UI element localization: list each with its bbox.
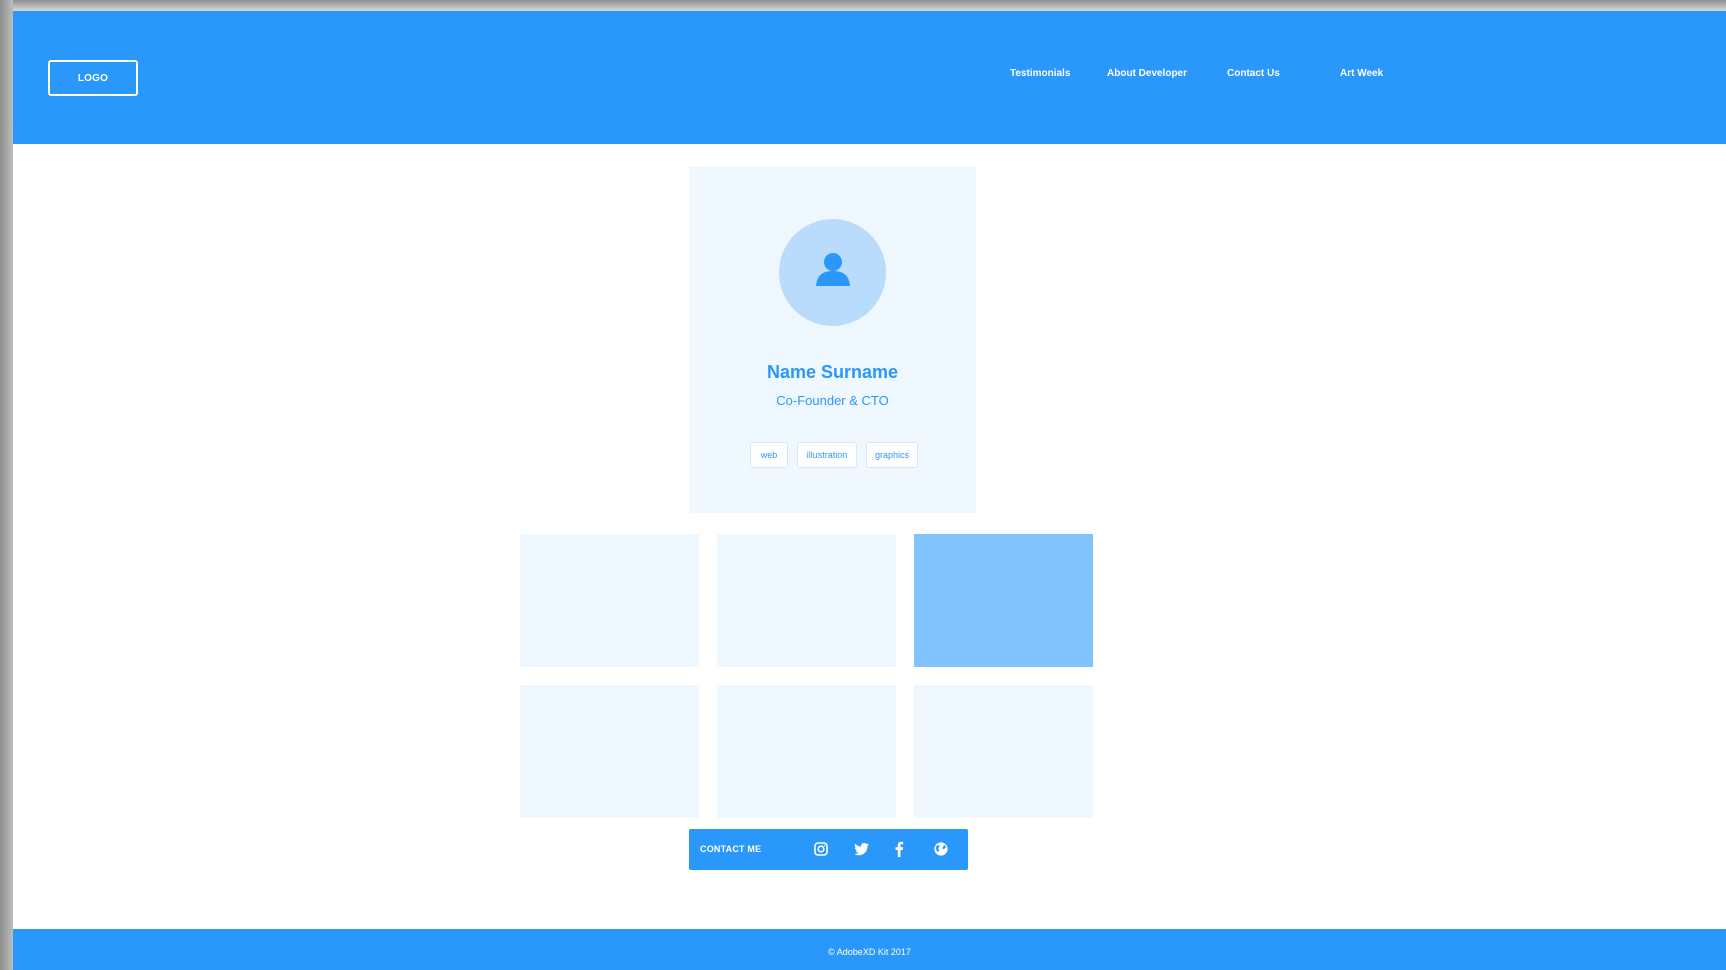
- gallery-tile-5[interactable]: [717, 685, 896, 818]
- gallery-tile-3-active[interactable]: [914, 534, 1093, 667]
- site-header: LOGO Testimonials About Developer Contac…: [13, 11, 1726, 144]
- window-shadow-left: [0, 0, 13, 970]
- contact-bar: CONTACT ME: [689, 829, 968, 870]
- window-shadow-top: [0, 0, 1726, 11]
- gallery-tile-1[interactable]: [520, 534, 699, 667]
- tag-web[interactable]: web: [750, 442, 788, 468]
- logo[interactable]: LOGO: [48, 60, 138, 96]
- profile-role: Co-Founder & CTO: [776, 393, 889, 408]
- gallery-tile-4[interactable]: [520, 685, 699, 818]
- nav-link-testimonials[interactable]: Testimonials: [1010, 68, 1070, 79]
- facebook-icon[interactable]: [891, 841, 907, 857]
- nav-link-art-week[interactable]: Art Week: [1340, 68, 1383, 79]
- instagram-icon[interactable]: [813, 841, 829, 857]
- nav-link-contact-us[interactable]: Contact Us: [1227, 68, 1280, 79]
- tag-illustration[interactable]: illustration: [797, 442, 857, 468]
- contact-label: CONTACT ME: [700, 844, 762, 854]
- profile-name: Name Surname: [766, 362, 899, 382]
- avatar: [779, 219, 886, 326]
- site-footer: © AdobeXD Kit 2017: [13, 929, 1726, 970]
- profile-tags: web illustration graphics: [750, 442, 918, 468]
- twitter-icon[interactable]: [854, 841, 870, 857]
- gallery-tile-2[interactable]: [717, 534, 896, 667]
- footer-copyright: © AdobeXD Kit 2017: [828, 947, 911, 957]
- profile-card: Name Surname Co-Founder & CTO web illust…: [689, 166, 976, 513]
- gallery-tile-6[interactable]: [914, 685, 1093, 818]
- user-icon: [813, 250, 853, 295]
- globe-icon[interactable]: [933, 841, 949, 857]
- page-canvas: LOGO Testimonials About Developer Contac…: [13, 11, 1726, 970]
- tag-graphics[interactable]: graphics: [866, 442, 918, 468]
- nav-link-about-developer[interactable]: About Developer: [1107, 68, 1187, 79]
